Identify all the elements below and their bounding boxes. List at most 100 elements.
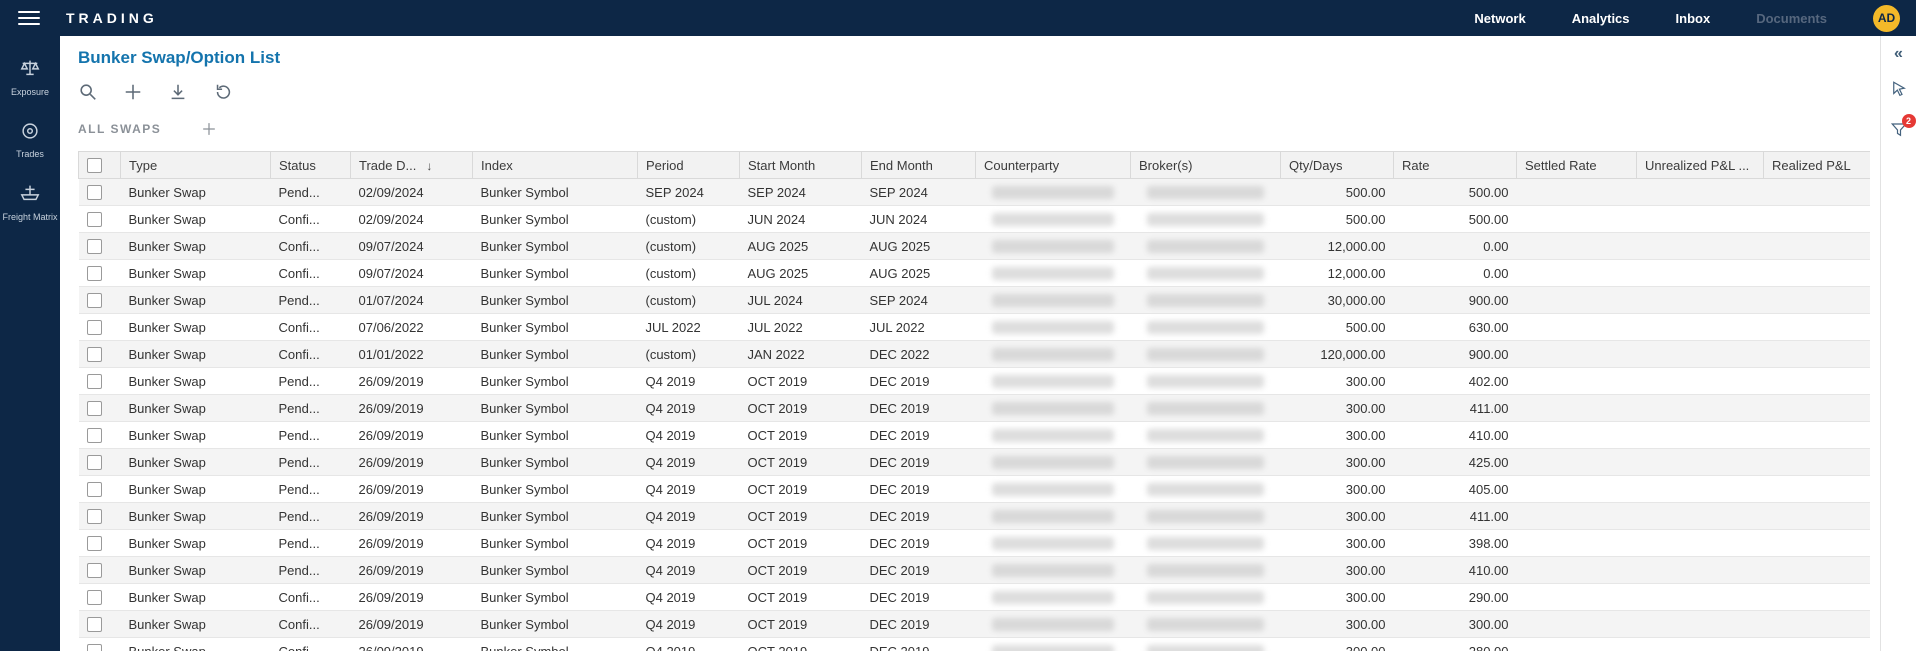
col-trade-date[interactable]: Trade D...↓ — [351, 152, 473, 179]
table-row[interactable]: Bunker Swap Confi... 02/09/2024 Bunker S… — [79, 206, 1871, 233]
cell-qty-days: 300.00 — [1281, 395, 1394, 422]
row-checkbox[interactable] — [87, 536, 102, 551]
cell-start-month: AUG 2025 — [740, 233, 862, 260]
row-checkbox[interactable] — [87, 374, 102, 389]
table-row[interactable]: Bunker Swap Pend... 26/09/2019 Bunker Sy… — [79, 476, 1871, 503]
row-checkbox[interactable] — [87, 347, 102, 362]
sidebar-item-label: Exposure — [11, 87, 49, 98]
avatar[interactable]: AD — [1873, 5, 1900, 32]
download-icon[interactable] — [168, 82, 188, 102]
col-index[interactable]: Index — [473, 152, 638, 179]
row-checkbox[interactable] — [87, 185, 102, 200]
col-end-month[interactable]: End Month — [862, 152, 976, 179]
row-checkbox[interactable] — [87, 482, 102, 497]
tab-all-swaps[interactable]: ALL SWAPS — [78, 122, 161, 136]
row-checkbox[interactable] — [87, 266, 102, 281]
cell-start-month: OCT 2019 — [740, 449, 862, 476]
col-qty-days[interactable]: Qty/Days — [1281, 152, 1394, 179]
reset-icon[interactable] — [213, 82, 233, 102]
table-row[interactable]: Bunker Swap Confi... 26/09/2019 Bunker S… — [79, 611, 1871, 638]
nav-inbox[interactable]: Inbox — [1676, 11, 1711, 26]
table-row[interactable]: Bunker Swap Pend... 26/09/2019 Bunker Sy… — [79, 530, 1871, 557]
col-unrealized-pl[interactable]: Unrealized P&L ... — [1637, 152, 1764, 179]
cell-trade-date: 26/09/2019 — [351, 557, 473, 584]
col-realized-pl[interactable]: Realized P&L — [1764, 152, 1871, 179]
table-row[interactable]: Bunker Swap Pend... 26/09/2019 Bunker Sy… — [79, 395, 1871, 422]
table-row[interactable]: Bunker Swap Confi... 01/01/2022 Bunker S… — [79, 341, 1871, 368]
add-tab-icon[interactable] — [201, 121, 217, 137]
col-brokers[interactable]: Broker(s) — [1131, 152, 1281, 179]
redacted-brokers — [1147, 267, 1265, 280]
cell-unrealized-pl — [1637, 557, 1764, 584]
table-row[interactable]: Bunker Swap Pend... 01/07/2024 Bunker Sy… — [79, 287, 1871, 314]
select-all-checkbox[interactable] — [87, 158, 102, 173]
cell-realized-pl — [1764, 557, 1871, 584]
row-checkbox[interactable] — [87, 644, 102, 651]
redacted-brokers — [1147, 564, 1265, 577]
col-settled-rate[interactable]: Settled Rate — [1517, 152, 1637, 179]
col-type[interactable]: Type — [121, 152, 271, 179]
cell-index: Bunker Symbol — [473, 476, 638, 503]
table-row[interactable]: Bunker Swap Pend... 26/09/2019 Bunker Sy… — [79, 557, 1871, 584]
row-checkbox[interactable] — [87, 212, 102, 227]
table-row[interactable]: Bunker Swap Confi... 09/07/2024 Bunker S… — [79, 260, 1871, 287]
cell-qty-days: 12,000.00 — [1281, 260, 1394, 287]
cell-settled-rate — [1517, 530, 1637, 557]
row-checkbox[interactable] — [87, 401, 102, 416]
cell-brokers — [1131, 179, 1281, 206]
menu-icon[interactable] — [18, 7, 40, 29]
cell-rate: 0.00 — [1394, 233, 1517, 260]
table-row[interactable]: Bunker Swap Pend... 26/09/2019 Bunker Sy… — [79, 449, 1871, 476]
nav-network[interactable]: Network — [1474, 11, 1525, 26]
cell-end-month: SEP 2024 — [862, 179, 976, 206]
search-icon[interactable] — [78, 82, 98, 102]
table-row[interactable]: Bunker Swap Pend... 02/09/2024 Bunker Sy… — [79, 179, 1871, 206]
row-checkbox[interactable] — [87, 293, 102, 308]
cell-start-month: OCT 2019 — [740, 530, 862, 557]
col-status[interactable]: Status — [271, 152, 351, 179]
collapse-left-icon[interactable]: « — [1894, 46, 1903, 62]
cell-realized-pl — [1764, 611, 1871, 638]
cell-end-month: DEC 2019 — [862, 557, 976, 584]
table-row[interactable]: Bunker Swap Confi... 26/09/2019 Bunker S… — [79, 638, 1871, 651]
pointer-icon[interactable] — [1890, 80, 1908, 103]
table-row[interactable]: Bunker Swap Pend... 26/09/2019 Bunker Sy… — [79, 422, 1871, 449]
table-row[interactable]: Bunker Swap Confi... 07/06/2022 Bunker S… — [79, 314, 1871, 341]
cell-period: (custom) — [638, 206, 740, 233]
row-checkbox[interactable] — [87, 455, 102, 470]
add-icon[interactable] — [123, 82, 143, 102]
table-row[interactable]: Bunker Swap Pend... 26/09/2019 Bunker Sy… — [79, 503, 1871, 530]
redacted-counterparty — [992, 186, 1114, 199]
table-row[interactable]: Bunker Swap Confi... 09/07/2024 Bunker S… — [79, 233, 1871, 260]
nav-documents[interactable]: Documents — [1756, 11, 1827, 26]
cell-start-month: OCT 2019 — [740, 422, 862, 449]
cell-realized-pl — [1764, 503, 1871, 530]
cell-end-month: DEC 2019 — [862, 422, 976, 449]
filter-icon[interactable]: 2 — [1890, 121, 1908, 144]
col-rate[interactable]: Rate — [1394, 152, 1517, 179]
table-row[interactable]: Bunker Swap Pend... 26/09/2019 Bunker Sy… — [79, 368, 1871, 395]
cell-qty-days: 300.00 — [1281, 638, 1394, 651]
row-checkbox[interactable] — [87, 239, 102, 254]
sidebar-item-freight-matrix[interactable]: Freight Matrix — [0, 171, 60, 234]
table-row[interactable]: Bunker Swap Confi... 26/09/2019 Bunker S… — [79, 584, 1871, 611]
row-checkbox[interactable] — [87, 590, 102, 605]
cell-counterparty — [976, 449, 1131, 476]
row-checkbox[interactable] — [87, 563, 102, 578]
row-checkbox[interactable] — [87, 428, 102, 443]
row-checkbox[interactable] — [87, 617, 102, 632]
cell-rate: 411.00 — [1394, 395, 1517, 422]
row-checkbox[interactable] — [87, 509, 102, 524]
cell-qty-days: 300.00 — [1281, 557, 1394, 584]
nav-analytics[interactable]: Analytics — [1572, 11, 1630, 26]
cell-trade-date: 26/09/2019 — [351, 638, 473, 651]
row-checkbox[interactable] — [87, 320, 102, 335]
sidebar-item-exposure[interactable]: Exposure — [0, 46, 60, 109]
cell-rate: 900.00 — [1394, 287, 1517, 314]
col-period[interactable]: Period — [638, 152, 740, 179]
col-counterparty[interactable]: Counterparty — [976, 152, 1131, 179]
col-start-month[interactable]: Start Month — [740, 152, 862, 179]
cell-counterparty — [976, 422, 1131, 449]
sidebar-item-trades[interactable]: Trades — [0, 109, 60, 172]
cell-unrealized-pl — [1637, 395, 1764, 422]
